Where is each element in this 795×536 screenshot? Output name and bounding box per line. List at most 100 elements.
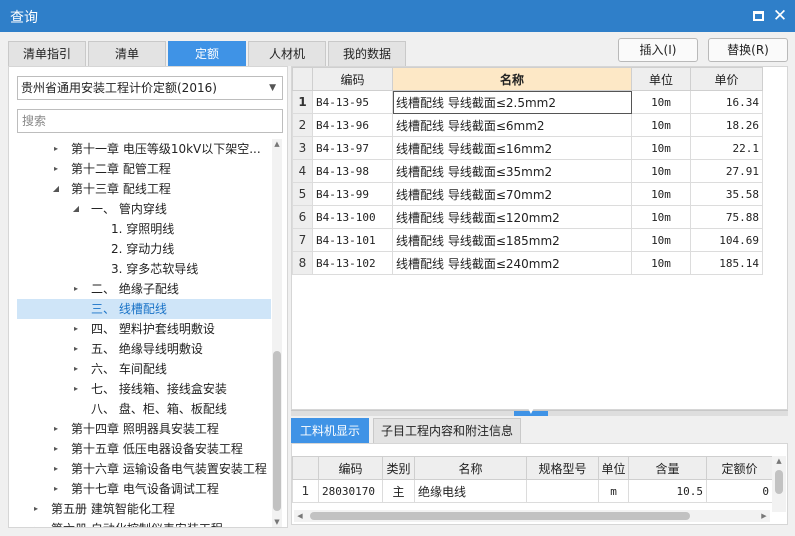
quota-code[interactable]: B4-13-100 — [312, 205, 393, 229]
table-row[interactable]: 3 B4-13-97 线槽配线 导线截面≤16mm2 10m 22.1 — [292, 136, 763, 160]
insert-button[interactable]: 插入(I) — [618, 38, 698, 62]
tree-node[interactable]: ▸ 第十六章 运输设备电气装置安装工程 — [17, 459, 271, 479]
quota-name[interactable]: 线槽配线 导线截面≤240mm2 — [392, 251, 632, 275]
material-spec[interactable] — [526, 479, 599, 503]
quota-unit[interactable]: 10m — [631, 182, 691, 206]
scroll-thumb[interactable] — [775, 470, 783, 494]
quota-price[interactable]: 22.1 — [690, 136, 763, 160]
collapse-arrow-icon[interactable]: ◢ — [51, 179, 61, 199]
tree-node[interactable]: 1. 穿照明线 — [17, 219, 271, 239]
tree-node[interactable]: 八、 盘、柜、箱、板配线 — [17, 399, 271, 419]
tree-node[interactable]: 3. 穿多芯软导线 — [17, 259, 271, 279]
quota-code[interactable]: B4-13-99 — [312, 182, 393, 206]
expand-arrow-icon[interactable]: ▸ — [71, 379, 81, 399]
maximize-icon[interactable] — [748, 6, 768, 26]
tab-material-display[interactable]: 工料机显示 — [291, 418, 369, 443]
tree-node[interactable]: ▸ 四、 塑料护套线明敷设 — [17, 319, 271, 339]
scroll-thumb[interactable] — [310, 512, 690, 520]
material-vscrollbar[interactable]: ▲ — [772, 456, 786, 512]
tree-node[interactable]: ▸ 第五册 建筑智能化工程 — [17, 499, 271, 519]
expand-arrow-icon[interactable]: ▸ — [51, 459, 61, 479]
expand-arrow-icon[interactable]: ▸ — [51, 139, 61, 159]
col-unit-header[interactable]: 单位 — [598, 456, 629, 480]
expand-arrow-icon[interactable]: ▸ — [71, 339, 81, 359]
tree-node[interactable]: ▸ 第十二章 配管工程 — [17, 159, 271, 179]
scroll-down-icon[interactable]: ▼ — [272, 517, 282, 527]
quota-unit[interactable]: 10m — [631, 228, 691, 252]
quota-unit[interactable]: 10m — [631, 90, 691, 114]
expand-arrow-icon[interactable]: ▸ — [31, 499, 41, 519]
quota-name[interactable]: 线槽配线 导线截面≤35mm2 — [392, 159, 632, 183]
quota-code[interactable]: B4-13-96 — [312, 113, 393, 137]
material-category[interactable]: 主 — [382, 479, 415, 503]
quota-price[interactable]: 16.34 — [690, 90, 763, 114]
quota-price[interactable]: 104.69 — [690, 228, 763, 252]
tree-node[interactable]: ▸ 第十四章 照明器具安装工程 — [17, 419, 271, 439]
tree-node[interactable]: ◢ 第十三章 配线工程 — [17, 179, 271, 199]
table-row[interactable]: 1 28030170 主 绝缘电线 m 10.5 0 — [292, 479, 773, 503]
expand-arrow-icon[interactable]: ▸ — [71, 279, 81, 299]
col-spec-header[interactable]: 规格型号 — [526, 456, 599, 480]
quota-price[interactable]: 75.88 — [690, 205, 763, 229]
quota-code[interactable]: B4-13-102 — [312, 251, 393, 275]
tree-scrollbar[interactable]: ▲ ▼ — [272, 139, 282, 527]
quota-name[interactable]: 线槽配线 导线截面≤70mm2 — [392, 182, 632, 206]
quota-unit[interactable]: 10m — [631, 136, 691, 160]
tree-node[interactable]: 2. 穿动力线 — [17, 239, 271, 259]
material-unit[interactable]: m — [598, 479, 629, 503]
table-row[interactable]: 7 B4-13-101 线槽配线 导线截面≤185mm2 10m 104.69 — [292, 228, 763, 252]
material-qty[interactable]: 10.5 — [628, 479, 707, 503]
tab-work-content[interactable]: 子目工程内容和附注信息 — [373, 418, 521, 443]
col-category-header[interactable]: 类别 — [382, 456, 415, 480]
quota-unit[interactable]: 10m — [631, 113, 691, 137]
expand-arrow-icon[interactable]: ▸ — [51, 419, 61, 439]
quota-code[interactable]: B4-13-95 — [312, 90, 393, 114]
tab-bill-guide[interactable]: 清单指引 — [8, 41, 86, 66]
quota-unit[interactable]: 10m — [631, 159, 691, 183]
col-name-header[interactable]: 名称 — [392, 67, 632, 91]
tree-node[interactable]: ▸ 第六册 自动化控制仪表安装工程 — [17, 519, 271, 527]
splitter-grip[interactable]: ▼ — [514, 407, 548, 416]
material-hscrollbar[interactable]: ◀ ▶ — [294, 510, 770, 522]
quota-price[interactable]: 27.91 — [690, 159, 763, 183]
close-icon[interactable]: ✕ — [770, 6, 790, 26]
table-row[interactable]: 2 B4-13-96 线槽配线 导线截面≤6mm2 10m 18.26 — [292, 113, 763, 137]
quota-code[interactable]: B4-13-97 — [312, 136, 393, 160]
tree-node[interactable]: ▸ 二、 绝缘子配线 — [17, 279, 271, 299]
scroll-left-icon[interactable]: ◀ — [294, 510, 306, 522]
tree-node[interactable]: ▸ 六、 车间配线 — [17, 359, 271, 379]
quota-unit[interactable]: 10m — [631, 205, 691, 229]
expand-arrow-icon[interactable]: ▸ — [51, 159, 61, 179]
quota-price[interactable]: 18.26 — [690, 113, 763, 137]
tree-node[interactable]: ▸ 五、 绝缘导线明敷设 — [17, 339, 271, 359]
table-row[interactable]: 6 B4-13-100 线槽配线 导线截面≤120mm2 10m 75.88 — [292, 205, 763, 229]
expand-arrow-icon[interactable]: ▸ — [51, 479, 61, 499]
tree-node[interactable]: ▸ 第十五章 低压电器设备安装工程 — [17, 439, 271, 459]
tree-node[interactable]: ▸ 第十一章 电压等级10kV以下架空... — [17, 139, 271, 159]
col-unit-header[interactable]: 单位 — [631, 67, 691, 91]
expand-arrow-icon[interactable]: ▸ — [71, 319, 81, 339]
quota-name[interactable]: 线槽配线 导线截面≤120mm2 — [392, 205, 632, 229]
tab-quota[interactable]: 定额 — [168, 41, 246, 66]
table-row[interactable]: 1 B4-13-95 线槽配线 导线截面≤2.5mm2 10m 16.34 — [292, 90, 763, 114]
tab-labor-material[interactable]: 人材机 — [248, 41, 326, 66]
quota-name[interactable]: 线槽配线 导线截面≤185mm2 — [392, 228, 632, 252]
col-code-header[interactable]: 编码 — [318, 456, 383, 480]
scroll-up-icon[interactable]: ▲ — [772, 456, 786, 466]
tree-node[interactable]: ▸ 第十七章 电气设备调试工程 — [17, 479, 271, 499]
scroll-thumb[interactable] — [273, 351, 281, 511]
search-input[interactable] — [17, 109, 283, 133]
col-name-header[interactable]: 名称 — [414, 456, 527, 480]
quota-name[interactable]: 线槽配线 导线截面≤6mm2 — [392, 113, 632, 137]
col-code-header[interactable]: 编码 — [312, 67, 393, 91]
table-row[interactable]: 5 B4-13-99 线槽配线 导线截面≤70mm2 10m 35.58 — [292, 182, 763, 206]
quota-name[interactable]: 线槽配线 导线截面≤16mm2 — [392, 136, 632, 160]
tree-node[interactable]: ◢ 一、 管内穿线 — [17, 199, 271, 219]
material-name[interactable]: 绝缘电线 — [414, 479, 527, 503]
scroll-right-icon[interactable]: ▶ — [758, 510, 770, 522]
quota-code[interactable]: B4-13-98 — [312, 159, 393, 183]
panel-splitter[interactable]: ▼ — [291, 407, 788, 416]
material-price[interactable]: 0 — [706, 479, 773, 503]
expand-arrow-icon[interactable]: ▸ — [31, 519, 41, 527]
quota-unit[interactable]: 10m — [631, 251, 691, 275]
